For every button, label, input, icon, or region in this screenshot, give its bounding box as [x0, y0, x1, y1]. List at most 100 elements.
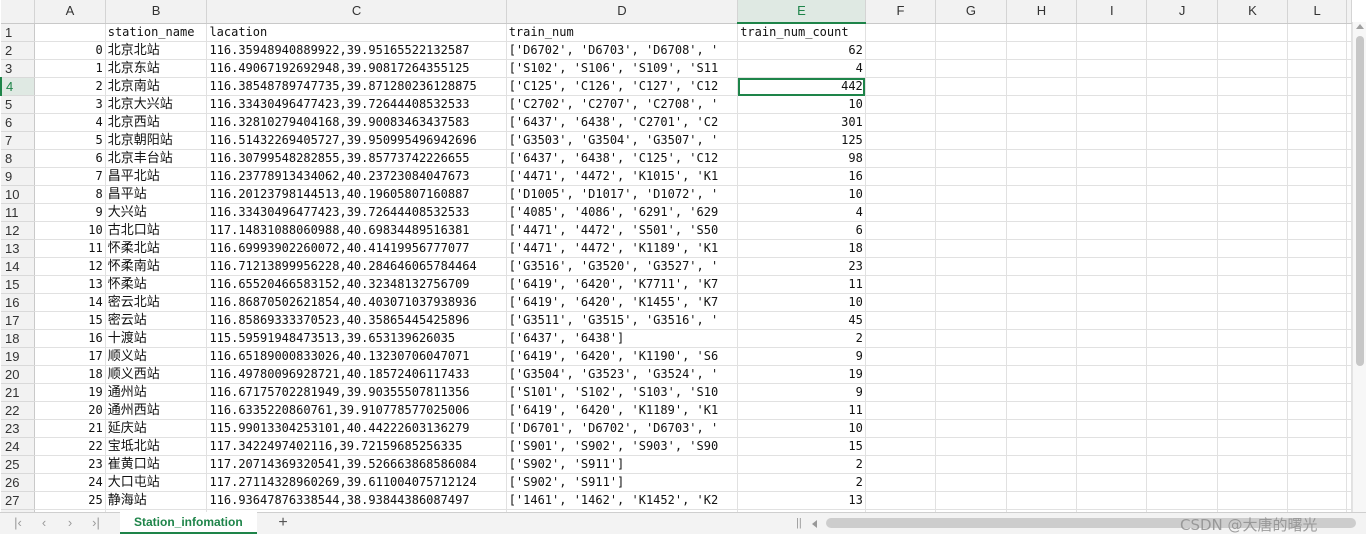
cell-count[interactable]: 19: [737, 365, 866, 384]
cell-idx[interactable]: 24: [34, 473, 106, 492]
cell-idx[interactable]: 9: [34, 203, 106, 222]
cell[interactable]: [865, 401, 937, 420]
cell[interactable]: [1146, 383, 1218, 402]
column-header-f[interactable]: F: [865, 0, 937, 24]
cell[interactable]: [935, 347, 1007, 366]
cell-idx[interactable]: 16: [34, 329, 106, 348]
cell-trains[interactable]: ['G3516', 'G3520', 'G3527', ': [506, 257, 739, 276]
cell-count[interactable]: 10: [737, 419, 866, 438]
cell-name[interactable]: 古北口站: [105, 221, 208, 240]
column-header-j[interactable]: J: [1146, 0, 1218, 24]
cell[interactable]: [1346, 59, 1352, 78]
column-header-i[interactable]: I: [1076, 0, 1148, 24]
cell[interactable]: [1146, 77, 1218, 96]
cell[interactable]: [1076, 221, 1148, 240]
cell-count[interactable]: 18: [737, 239, 866, 258]
cell[interactable]: [865, 491, 937, 510]
cell-idx[interactable]: 17: [34, 347, 106, 366]
row-header[interactable]: 19: [1, 347, 36, 366]
cell[interactable]: [1287, 329, 1347, 348]
cell-loc[interactable]: 116.93647876338544,38.93844386087497: [206, 491, 507, 510]
cell[interactable]: [1287, 113, 1347, 132]
cell[interactable]: [1346, 95, 1352, 114]
cell-trains[interactable]: ['6437', '6438', 'C2701', 'C2: [506, 113, 739, 132]
cell-name[interactable]: 通州西站: [105, 401, 208, 420]
cell-name[interactable]: 北京南站: [105, 77, 208, 96]
cell[interactable]: [1006, 437, 1078, 456]
cell[interactable]: [865, 167, 937, 186]
cell[interactable]: [1217, 437, 1289, 456]
cell-trains[interactable]: ['6419', '6420', 'K1189', 'K1: [506, 401, 739, 420]
header-cell[interactable]: lacation: [206, 23, 507, 42]
cell-trains[interactable]: ['6437', '6438']: [506, 329, 739, 348]
select-all-corner[interactable]: [1, 0, 36, 24]
cell-name[interactable]: 大口屯站: [105, 473, 208, 492]
cell[interactable]: [1217, 77, 1289, 96]
cell[interactable]: [1346, 185, 1352, 204]
cell[interactable]: [1346, 401, 1352, 420]
cell[interactable]: [935, 203, 1007, 222]
cell[interactable]: [1346, 347, 1352, 366]
cell[interactable]: [1146, 113, 1218, 132]
column-header-b[interactable]: B: [105, 0, 208, 24]
cell[interactable]: [865, 383, 937, 402]
cell[interactable]: [1146, 365, 1218, 384]
cell-trains[interactable]: ['S901', 'S902', 'S903', 'S90: [506, 437, 739, 456]
cell[interactable]: [1217, 95, 1289, 114]
cell[interactable]: [935, 113, 1007, 132]
cell-trains[interactable]: ['C125', 'C126', 'C127', 'C12: [506, 77, 739, 96]
cell[interactable]: [1217, 293, 1289, 312]
cell[interactable]: [1346, 41, 1352, 60]
cell[interactable]: [1217, 455, 1289, 474]
cell[interactable]: [1006, 419, 1078, 438]
cell[interactable]: [1217, 185, 1289, 204]
cell-trains[interactable]: ['C2702', 'C2707', 'C2708', ': [506, 95, 739, 114]
cell-trains[interactable]: ['6419', '6420', 'K1455', 'K7: [506, 293, 739, 312]
cell[interactable]: [1076, 347, 1148, 366]
cell-loc[interactable]: 115.99013304253101,40.44222603136279: [206, 419, 507, 438]
cell[interactable]: [1146, 311, 1218, 330]
cell[interactable]: [1217, 347, 1289, 366]
cell[interactable]: [935, 149, 1007, 168]
split-handle-icon[interactable]: ||: [796, 517, 802, 529]
cell-name[interactable]: 顺义西站: [105, 365, 208, 384]
cell[interactable]: [1076, 185, 1148, 204]
cell-idx[interactable]: 19: [34, 383, 106, 402]
header-cell[interactable]: train_num: [506, 23, 739, 42]
cell[interactable]: [1217, 275, 1289, 294]
cell[interactable]: [1287, 491, 1347, 510]
row-header[interactable]: 14: [1, 257, 36, 276]
cell[interactable]: [1217, 383, 1289, 402]
cell[interactable]: [1287, 167, 1347, 186]
cell-name[interactable]: 怀柔北站: [105, 239, 208, 258]
cell[interactable]: [1006, 95, 1078, 114]
cell-name[interactable]: 北京东站: [105, 59, 208, 78]
cell[interactable]: [1006, 365, 1078, 384]
header-cell[interactable]: [1217, 23, 1289, 42]
row-header[interactable]: 15: [1, 275, 36, 294]
cell[interactable]: [1346, 275, 1352, 294]
cell[interactable]: [1287, 221, 1347, 240]
cell-name[interactable]: 昌平站: [105, 185, 208, 204]
cell[interactable]: [1146, 131, 1218, 150]
cell[interactable]: [1287, 419, 1347, 438]
cell[interactable]: [935, 275, 1007, 294]
cell[interactable]: [1076, 149, 1148, 168]
cell[interactable]: [1146, 347, 1218, 366]
row-header[interactable]: 20: [1, 365, 36, 384]
cell-count[interactable]: 2: [737, 473, 866, 492]
row-header[interactable]: 26: [1, 473, 36, 492]
cell[interactable]: [865, 365, 937, 384]
cell[interactable]: [1146, 203, 1218, 222]
cell-count[interactable]: 2: [737, 329, 866, 348]
cell-trains[interactable]: ['S902', 'S911']: [506, 455, 739, 474]
cell-loc[interactable]: 117.3422497402116,39.72159685256335: [206, 437, 507, 456]
cell[interactable]: [1076, 239, 1148, 258]
cell[interactable]: [1076, 95, 1148, 114]
cell-idx[interactable]: 2: [34, 77, 106, 96]
cell-loc[interactable]: 116.23778913434062,40.23723084047673: [206, 167, 507, 186]
row-header[interactable]: 27: [1, 491, 36, 510]
cell-name[interactable]: 北京丰台站: [105, 149, 208, 168]
cell-count[interactable]: 10: [737, 293, 866, 312]
cell-idx[interactable]: 6: [34, 149, 106, 168]
